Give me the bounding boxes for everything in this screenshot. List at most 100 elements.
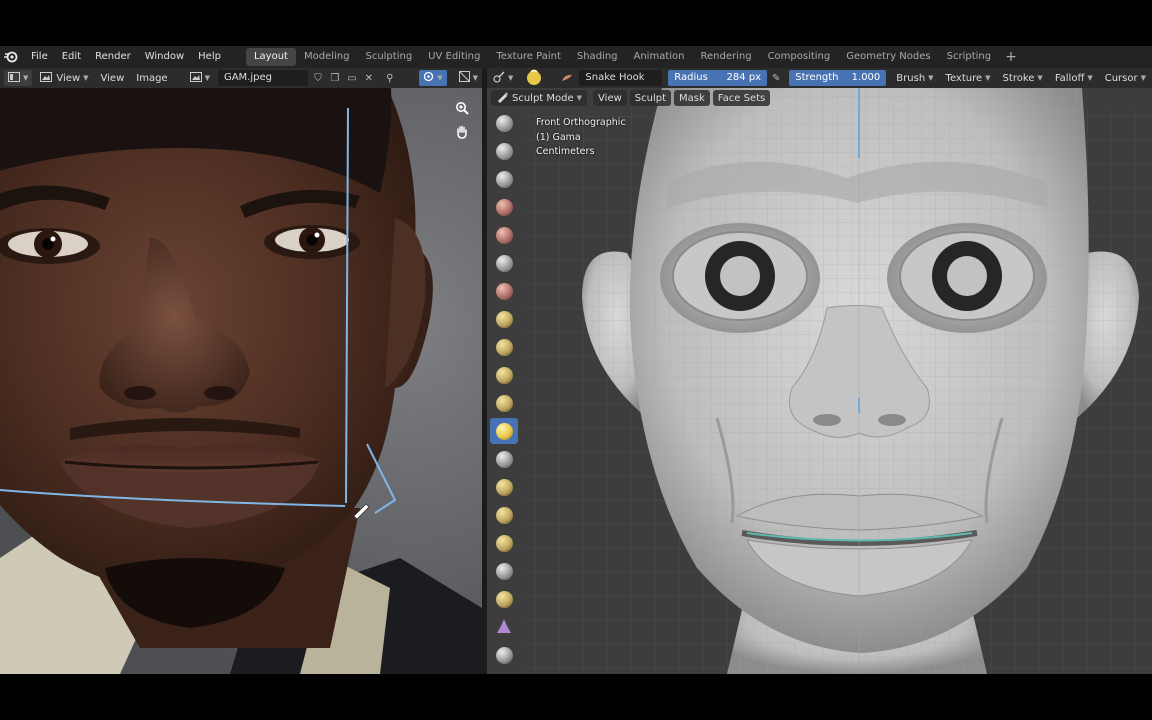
image-name-field[interactable]: GAM.jpeg <box>217 70 309 86</box>
editor-type-icon <box>8 71 20 85</box>
stroke-dropdown-label: Stroke <box>1002 72 1035 84</box>
view-name: Front Orthographic <box>536 117 626 128</box>
duplicate-icon[interactable]: ❐ <box>327 70 342 86</box>
texture-dropdown-label: Texture <box>945 72 983 84</box>
chevron-down-icon: ▼ <box>23 74 29 82</box>
strength-slider[interactable]: Strength 1.000 <box>789 70 887 86</box>
tool-inflate[interactable] <box>490 278 518 304</box>
tool-mask[interactable] <box>490 670 518 674</box>
tab-modeling[interactable]: Modeling <box>296 48 358 66</box>
menu-render[interactable]: Render <box>88 46 138 68</box>
tab-shading[interactable]: Shading <box>569 48 626 66</box>
tool-type-dropdown[interactable]: ▼ <box>489 70 517 86</box>
menu-sculpt[interactable]: Sculpt <box>629 90 672 106</box>
strength-label: Strength <box>795 72 839 83</box>
radius-slider[interactable]: Radius 284 px <box>668 70 768 86</box>
radius-label: Radius <box>674 72 708 83</box>
sculpt-tool-icon <box>493 71 505 86</box>
units-label: Centimeters <box>536 146 595 157</box>
tool-clay[interactable] <box>490 166 518 192</box>
add-workspace-icon[interactable]: + <box>999 49 1023 65</box>
pin-icon[interactable]: ⚲ <box>382 70 397 86</box>
tab-texture-paint[interactable]: Texture Paint <box>488 48 569 66</box>
fake-user-shield-icon[interactable]: ⛉ <box>310 70 325 86</box>
zoom-icon[interactable] <box>452 98 472 118</box>
tool-settings-header: ▼ Snake Hook Radius 284 px ✎ Strength 1.… <box>487 68 1152 88</box>
view-mode-dropdown[interactable]: View ▼ <box>36 70 92 86</box>
editor-type-button[interactable]: ▼ <box>4 70 33 86</box>
tool-smooth[interactable] <box>490 362 518 388</box>
tab-scripting[interactable]: Scripting <box>939 48 999 66</box>
menu-mask[interactable]: Mask <box>674 90 710 106</box>
tab-layout[interactable]: Layout <box>245 48 296 66</box>
viewport-info-overlay: Front Orthographic (1) Gama Centimeters <box>536 116 626 160</box>
mode-label: Sculpt Mode <box>512 92 574 104</box>
mode-dropdown[interactable]: Sculpt Mode ▼ <box>491 90 588 106</box>
falloff-dropdown[interactable]: Falloff ▼ <box>1049 73 1099 84</box>
menu-view[interactable]: View <box>593 90 627 106</box>
tool-clay-thumb[interactable] <box>490 222 518 248</box>
tool-slide-relax[interactable] <box>490 558 518 584</box>
chevron-down-icon: ▼ <box>576 94 583 102</box>
tab-rendering[interactable]: Rendering <box>692 48 759 66</box>
tool-thumb[interactable] <box>490 446 518 472</box>
tool-cloth[interactable] <box>490 614 518 640</box>
menu-window[interactable]: Window <box>138 46 191 68</box>
menu-image[interactable]: Image <box>132 70 171 86</box>
3d-viewport: ▼ Snake Hook Radius 284 px ✎ Strength 1.… <box>487 68 1152 674</box>
browse-image-button[interactable]: ▼ <box>186 70 214 86</box>
tool-clay-strips[interactable] <box>490 194 518 220</box>
chevron-down-icon: ▼ <box>928 74 934 82</box>
chevron-down-icon: ▼ <box>204 74 210 82</box>
tool-flatten[interactable] <box>490 390 518 416</box>
brush-dropdown[interactable]: Brush ▼ <box>890 73 939 84</box>
brush-preview-button[interactable] <box>521 69 547 86</box>
object-name: (1) Gama <box>536 131 581 143</box>
strength-value: 1.000 <box>851 72 881 83</box>
cursor-dropdown-label: Cursor <box>1104 72 1138 84</box>
cursor-dropdown[interactable]: Cursor ▼ <box>1099 73 1152 84</box>
chevron-down-icon: ▼ <box>1140 74 1146 82</box>
close-icon[interactable]: ✕ <box>361 70 376 86</box>
gizmo-icon <box>423 71 434 85</box>
menu-view[interactable]: View <box>97 70 129 86</box>
tab-sculpting[interactable]: Sculpting <box>357 48 420 66</box>
menu-face-sets[interactable]: Face Sets <box>712 90 771 106</box>
tool-layer[interactable] <box>490 250 518 276</box>
pan-hand-icon[interactable] <box>452 122 472 142</box>
tool-snake-hook[interactable] <box>490 418 518 444</box>
tool-rotate[interactable] <box>490 530 518 556</box>
stroke-dropdown[interactable]: Stroke ▼ <box>997 73 1049 84</box>
tab-geometry-nodes[interactable]: Geometry Nodes <box>838 48 938 66</box>
radius-pressure-icon[interactable]: ✎ <box>769 70 783 86</box>
tool-boundary[interactable] <box>490 586 518 612</box>
chevron-down-icon: ▼ <box>83 74 89 82</box>
brush-name-field[interactable]: Snake Hook <box>579 70 663 86</box>
brush-dropdown-label: Brush <box>896 72 926 84</box>
brush-datablock-icon[interactable] <box>557 70 577 86</box>
blender-logo-icon[interactable] <box>2 48 20 66</box>
tool-blob[interactable] <box>490 306 518 332</box>
tool-nudge[interactable] <box>490 502 518 528</box>
tool-crease[interactable] <box>490 334 518 360</box>
menu-edit[interactable]: Edit <box>55 46 88 68</box>
letterbox-bottom <box>0 674 1152 720</box>
display-channels-icon <box>458 71 470 85</box>
menu-help[interactable]: Help <box>191 46 228 68</box>
chevron-down-icon: ▼ <box>1037 74 1043 82</box>
gizmo-toggle-button[interactable]: ▼ <box>419 70 447 86</box>
tool-draw-sharp[interactable] <box>490 138 518 164</box>
chevron-down-icon: ▼ <box>437 74 443 82</box>
reference-photo <box>0 88 482 674</box>
tool-pose[interactable] <box>490 474 518 500</box>
tool-draw[interactable] <box>490 110 518 136</box>
menu-file[interactable]: File <box>24 46 55 68</box>
tab-compositing[interactable]: Compositing <box>760 48 839 66</box>
blender-window: File Edit Render Window Help Layout Mode… <box>0 46 1152 674</box>
tool-simplify[interactable] <box>490 642 518 668</box>
tab-animation[interactable]: Animation <box>626 48 693 66</box>
texture-dropdown[interactable]: Texture ▼ <box>940 73 997 84</box>
open-folder-icon[interactable]: ▭ <box>344 70 359 86</box>
display-channels-button[interactable]: ▼ <box>455 70 482 86</box>
tab-uv-editing[interactable]: UV Editing <box>420 48 488 66</box>
